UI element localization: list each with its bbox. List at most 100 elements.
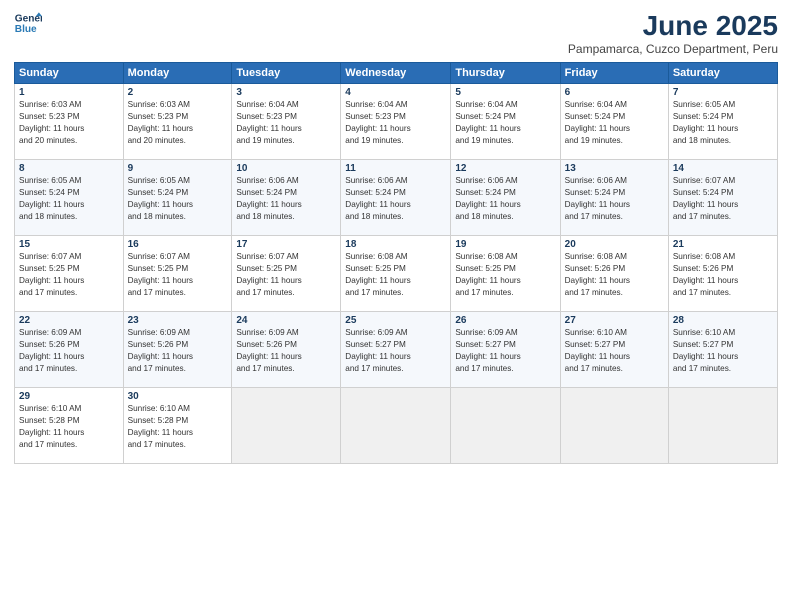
calendar-cell: 20Sunrise: 6:08 AM Sunset: 5:26 PM Dayli… [560,236,668,312]
calendar-cell: 17Sunrise: 6:07 AM Sunset: 5:25 PM Dayli… [232,236,341,312]
day-number: 15 [19,239,119,250]
header-sunday: Sunday [15,63,124,84]
day-number: 8 [19,163,119,174]
calendar-cell: 6Sunrise: 6:04 AM Sunset: 5:24 PM Daylig… [560,84,668,160]
day-info: Sunrise: 6:06 AM Sunset: 5:24 PM Dayligh… [455,175,555,223]
day-info: Sunrise: 6:04 AM Sunset: 5:24 PM Dayligh… [455,99,555,147]
day-number: 16 [128,239,228,250]
calendar-header-row: Sunday Monday Tuesday Wednesday Thursday… [15,63,778,84]
day-number: 24 [236,315,336,326]
day-number: 30 [128,391,228,402]
day-number: 13 [565,163,664,174]
page: General Blue June 2025 Pampamarca, Cuzco… [0,0,792,612]
day-info: Sunrise: 6:09 AM Sunset: 5:26 PM Dayligh… [236,327,336,375]
header-friday: Friday [560,63,668,84]
day-info: Sunrise: 6:07 AM Sunset: 5:25 PM Dayligh… [19,251,119,299]
day-info: Sunrise: 6:07 AM Sunset: 5:25 PM Dayligh… [236,251,336,299]
day-info: Sunrise: 6:05 AM Sunset: 5:24 PM Dayligh… [673,99,773,147]
day-number: 6 [565,87,664,98]
day-info: Sunrise: 6:06 AM Sunset: 5:24 PM Dayligh… [345,175,446,223]
day-info: Sunrise: 6:04 AM Sunset: 5:23 PM Dayligh… [236,99,336,147]
calendar-cell [451,388,560,464]
day-number: 25 [345,315,446,326]
calendar-cell: 3Sunrise: 6:04 AM Sunset: 5:23 PM Daylig… [232,84,341,160]
calendar-row: 29Sunrise: 6:10 AM Sunset: 5:28 PM Dayli… [15,388,778,464]
day-info: Sunrise: 6:10 AM Sunset: 5:27 PM Dayligh… [673,327,773,375]
calendar-cell: 26Sunrise: 6:09 AM Sunset: 5:27 PM Dayli… [451,312,560,388]
calendar-cell [668,388,777,464]
day-info: Sunrise: 6:03 AM Sunset: 5:23 PM Dayligh… [128,99,228,147]
day-number: 27 [565,315,664,326]
day-info: Sunrise: 6:03 AM Sunset: 5:23 PM Dayligh… [19,99,119,147]
day-info: Sunrise: 6:04 AM Sunset: 5:23 PM Dayligh… [345,99,446,147]
day-number: 28 [673,315,773,326]
day-number: 4 [345,87,446,98]
calendar-row: 8Sunrise: 6:05 AM Sunset: 5:24 PM Daylig… [15,160,778,236]
calendar-cell: 8Sunrise: 6:05 AM Sunset: 5:24 PM Daylig… [15,160,124,236]
calendar-cell: 9Sunrise: 6:05 AM Sunset: 5:24 PM Daylig… [123,160,232,236]
day-info: Sunrise: 6:06 AM Sunset: 5:24 PM Dayligh… [565,175,664,223]
day-number: 20 [565,239,664,250]
day-number: 1 [19,87,119,98]
calendar-cell: 14Sunrise: 6:07 AM Sunset: 5:24 PM Dayli… [668,160,777,236]
day-number: 21 [673,239,773,250]
calendar-table: Sunday Monday Tuesday Wednesday Thursday… [14,62,778,464]
day-number: 5 [455,87,555,98]
day-number: 17 [236,239,336,250]
calendar-cell: 22Sunrise: 6:09 AM Sunset: 5:26 PM Dayli… [15,312,124,388]
calendar-cell: 15Sunrise: 6:07 AM Sunset: 5:25 PM Dayli… [15,236,124,312]
logo-icon: General Blue [14,10,42,38]
day-number: 9 [128,163,228,174]
logo: General Blue [14,10,42,38]
calendar-row: 15Sunrise: 6:07 AM Sunset: 5:25 PM Dayli… [15,236,778,312]
day-number: 14 [673,163,773,174]
day-info: Sunrise: 6:06 AM Sunset: 5:24 PM Dayligh… [236,175,336,223]
day-info: Sunrise: 6:05 AM Sunset: 5:24 PM Dayligh… [128,175,228,223]
day-number: 19 [455,239,555,250]
day-number: 29 [19,391,119,402]
month-title: June 2025 [568,10,778,42]
calendar-cell: 7Sunrise: 6:05 AM Sunset: 5:24 PM Daylig… [668,84,777,160]
header: General Blue June 2025 Pampamarca, Cuzco… [14,10,778,56]
day-number: 3 [236,87,336,98]
calendar-cell: 2Sunrise: 6:03 AM Sunset: 5:23 PM Daylig… [123,84,232,160]
header-monday: Monday [123,63,232,84]
calendar-cell: 12Sunrise: 6:06 AM Sunset: 5:24 PM Dayli… [451,160,560,236]
day-number: 18 [345,239,446,250]
day-info: Sunrise: 6:10 AM Sunset: 5:28 PM Dayligh… [19,403,119,451]
day-info: Sunrise: 6:08 AM Sunset: 5:26 PM Dayligh… [565,251,664,299]
calendar-cell: 21Sunrise: 6:08 AM Sunset: 5:26 PM Dayli… [668,236,777,312]
day-info: Sunrise: 6:08 AM Sunset: 5:26 PM Dayligh… [673,251,773,299]
day-number: 22 [19,315,119,326]
calendar-cell: 19Sunrise: 6:08 AM Sunset: 5:25 PM Dayli… [451,236,560,312]
calendar-cell: 29Sunrise: 6:10 AM Sunset: 5:28 PM Dayli… [15,388,124,464]
day-info: Sunrise: 6:04 AM Sunset: 5:24 PM Dayligh… [565,99,664,147]
svg-text:Blue: Blue [15,24,37,35]
header-thursday: Thursday [451,63,560,84]
calendar-cell: 5Sunrise: 6:04 AM Sunset: 5:24 PM Daylig… [451,84,560,160]
calendar-cell: 13Sunrise: 6:06 AM Sunset: 5:24 PM Dayli… [560,160,668,236]
day-info: Sunrise: 6:07 AM Sunset: 5:24 PM Dayligh… [673,175,773,223]
day-info: Sunrise: 6:09 AM Sunset: 5:27 PM Dayligh… [455,327,555,375]
calendar-row: 22Sunrise: 6:09 AM Sunset: 5:26 PM Dayli… [15,312,778,388]
day-info: Sunrise: 6:10 AM Sunset: 5:28 PM Dayligh… [128,403,228,451]
calendar-cell: 1Sunrise: 6:03 AM Sunset: 5:23 PM Daylig… [15,84,124,160]
calendar-row: 1Sunrise: 6:03 AM Sunset: 5:23 PM Daylig… [15,84,778,160]
calendar-cell: 25Sunrise: 6:09 AM Sunset: 5:27 PM Dayli… [341,312,451,388]
day-number: 23 [128,315,228,326]
header-saturday: Saturday [668,63,777,84]
day-info: Sunrise: 6:05 AM Sunset: 5:24 PM Dayligh… [19,175,119,223]
day-number: 2 [128,87,228,98]
day-info: Sunrise: 6:09 AM Sunset: 5:26 PM Dayligh… [19,327,119,375]
calendar-cell: 10Sunrise: 6:06 AM Sunset: 5:24 PM Dayli… [232,160,341,236]
calendar-cell: 16Sunrise: 6:07 AM Sunset: 5:25 PM Dayli… [123,236,232,312]
calendar-cell: 30Sunrise: 6:10 AM Sunset: 5:28 PM Dayli… [123,388,232,464]
calendar-cell: 18Sunrise: 6:08 AM Sunset: 5:25 PM Dayli… [341,236,451,312]
day-number: 26 [455,315,555,326]
calendar-cell: 27Sunrise: 6:10 AM Sunset: 5:27 PM Dayli… [560,312,668,388]
calendar-cell [560,388,668,464]
day-info: Sunrise: 6:07 AM Sunset: 5:25 PM Dayligh… [128,251,228,299]
calendar-cell [341,388,451,464]
calendar-cell: 4Sunrise: 6:04 AM Sunset: 5:23 PM Daylig… [341,84,451,160]
day-info: Sunrise: 6:09 AM Sunset: 5:27 PM Dayligh… [345,327,446,375]
